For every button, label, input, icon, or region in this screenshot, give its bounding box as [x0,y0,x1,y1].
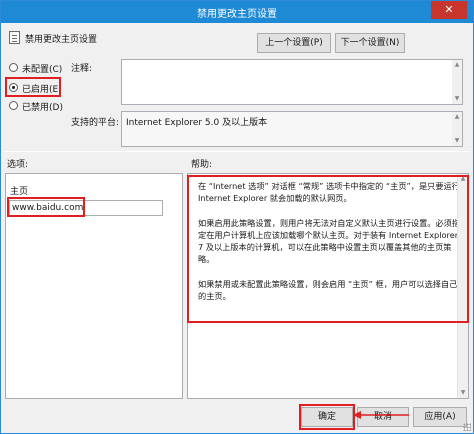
pointer-arrow-icon [353,411,409,419]
comment-label: 注释: [71,64,93,74]
radio-not-configured-circle[interactable] [9,63,18,72]
enabled-highlight-box [5,77,61,97]
close-button[interactable]: ✕ [431,1,467,19]
title-bar[interactable]: 禁用更改主页设置 ✕ [1,1,473,23]
radio-disabled-circle[interactable] [9,101,18,110]
radio-disabled[interactable]: 已禁用(D) [7,99,73,113]
help-highlight-box [187,175,469,323]
policy-name: 禁用更改主页设置 [25,35,98,45]
supported-on-scrollbar[interactable]: ▲ ▼ [452,112,462,146]
comment-field[interactable]: ▲ ▼ [121,59,463,105]
radio-disabled-label: 已禁用(D) [22,103,63,113]
homepage-highlight-box [7,197,85,217]
section-divider [5,151,469,152]
apply-button[interactable]: 应用(A) [413,407,467,427]
supported-on-field: Internet Explorer 5.0 及以上版本 ▲ ▼ [121,111,463,147]
next-setting-button[interactable]: 下一个设置(N) [335,33,405,53]
supported-on-value: Internet Explorer 5.0 及以上版本 [126,118,268,128]
scroll-up-icon[interactable]: ▲ [454,114,460,120]
options-section-label: 选项: [7,160,29,170]
resize-grip-icon[interactable] [463,423,471,431]
scroll-down-icon[interactable]: ▼ [454,138,460,144]
scroll-up-icon[interactable]: ▲ [454,62,460,68]
radio-not-configured[interactable]: 未配置(C) [7,61,73,75]
homepage-label: 主页 [10,187,29,197]
previous-setting-button[interactable]: 上一个设置(P) [257,33,331,53]
close-icon: ✕ [444,3,454,16]
radio-not-configured-label: 未配置(C) [22,65,63,75]
window-title: 禁用更改主页设置 [197,9,277,20]
ok-highlight-box [299,404,355,430]
scroll-down-icon[interactable]: ▼ [460,390,466,396]
supported-on-label: 支持的平台: [71,118,120,128]
policy-setting-icon [9,31,20,44]
help-section-label: 帮助: [191,160,213,170]
scroll-down-icon[interactable]: ▼ [454,96,460,102]
options-pane: 主页 www.baidu.com [5,173,183,399]
comment-scrollbar[interactable]: ▲ ▼ [452,60,462,104]
policy-setting-window: 禁用更改主页设置 ✕ 禁用更改主页设置 上一个设置(P) 下一个设置(N) 未配… [0,0,474,434]
